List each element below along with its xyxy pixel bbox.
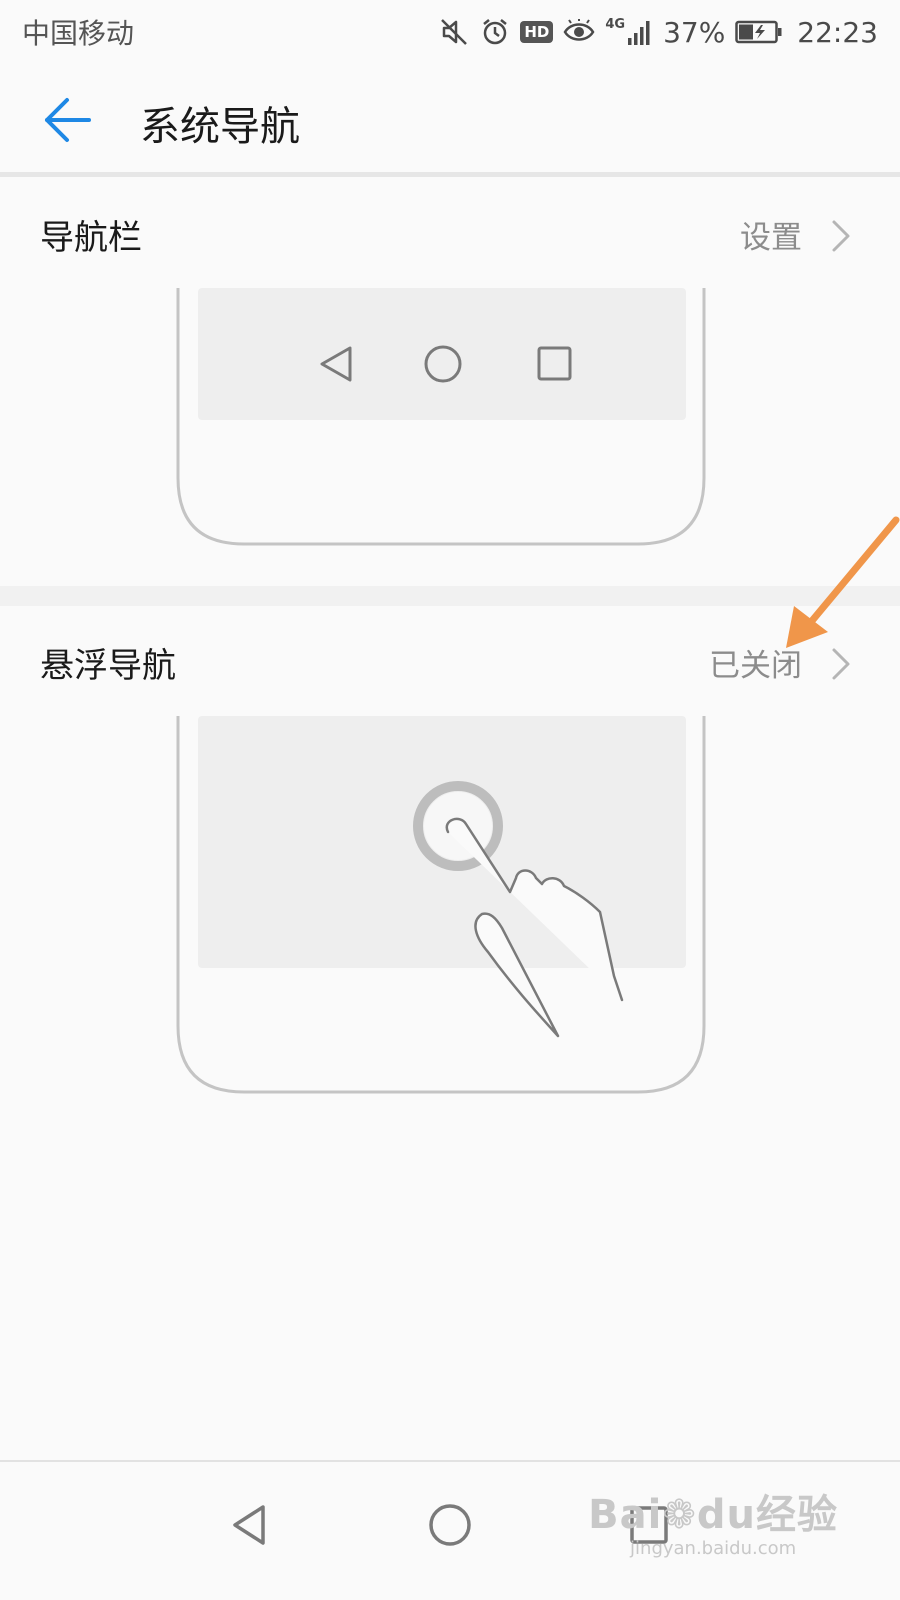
signal-icon: 4G — [605, 16, 653, 46]
screen: 中国移动 HD 4G 37% 22:23 系统导航 导航栏 设置 悬浮导航 已关… — [0, 0, 900, 1600]
triangle-back-icon — [233, 1505, 265, 1545]
system-back-button[interactable] — [214, 1490, 284, 1560]
carrier-label: 中国移动 — [22, 17, 135, 50]
app-bar: 系统导航 — [0, 64, 900, 172]
arrow-left-icon — [45, 98, 91, 142]
watermark-logo: Bai❁du经验 — [588, 1492, 838, 1538]
alarm-icon — [480, 17, 510, 47]
app-bar-divider — [0, 172, 900, 177]
network-type-label: 4G — [605, 16, 626, 32]
floating-navigation-illustration — [176, 716, 706, 1094]
paw-icon: ❁ — [662, 1492, 697, 1538]
clock-time: 22:23 — [797, 15, 878, 49]
navigation-bar-setting-row[interactable]: 导航栏 设置 — [0, 184, 900, 284]
battery-charging-icon — [735, 19, 783, 45]
eye-icon — [563, 19, 595, 45]
circle-home-icon — [429, 1504, 471, 1546]
back-button[interactable] — [40, 92, 96, 148]
mute-icon — [440, 17, 470, 47]
navigation-bar-illustration — [176, 288, 706, 546]
system-home-button[interactable] — [415, 1490, 485, 1560]
page-title: 系统导航 — [140, 104, 300, 150]
status-icons: HD 4G 37% 22:23 — [440, 16, 878, 49]
status-bar: 中国移动 HD 4G 37% 22:23 — [0, 0, 900, 64]
battery-percent: 37% — [663, 15, 726, 49]
hd-icon: HD — [520, 21, 554, 43]
floating-navigation-title: 悬浮导航 — [40, 646, 176, 686]
watermark-url: jingyan.baidu.com — [630, 1538, 797, 1559]
section-divider — [0, 586, 900, 606]
floating-navigation-setting-row[interactable]: 悬浮导航 已关闭 — [0, 612, 900, 712]
navigation-bar-title: 导航栏 — [40, 218, 142, 258]
annotation-arrow-icon — [786, 516, 900, 648]
chevron-right-icon — [832, 220, 850, 252]
navigation-bar-value: 设置 — [740, 220, 802, 256]
baidu-watermark: Bai❁du经验 jingyan.baidu.com — [588, 1482, 838, 1559]
